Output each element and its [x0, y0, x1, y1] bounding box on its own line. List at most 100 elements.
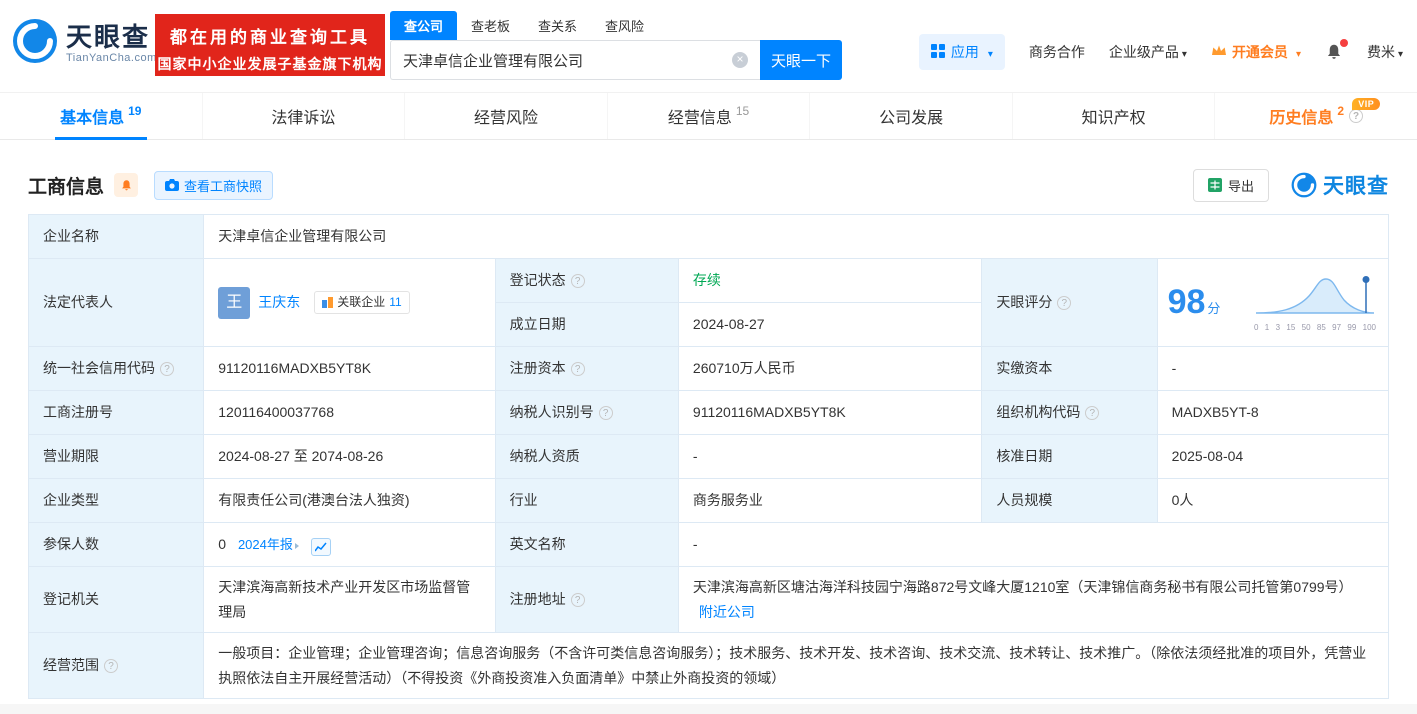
tab-operation-info[interactable]: 经营信息 15: [606, 93, 810, 139]
company-tabs: 基本信息 19 法律诉讼 经营风险 经营信息 15 公司发展 知识产权 历史信息…: [0, 92, 1417, 140]
field-value-english-name: -: [677, 522, 1390, 567]
help-icon[interactable]: [598, 406, 613, 421]
field-label-reg-address: 注册地址: [494, 566, 679, 633]
field-label-taxpayer-id: 纳税人识别号: [494, 390, 679, 435]
tab-count: 2: [1337, 104, 1345, 118]
help-icon[interactable]: [570, 362, 585, 377]
search-button[interactable]: 天眼一下: [760, 40, 842, 80]
field-label-taxpayer-qualification: 纳税人资质: [494, 434, 679, 479]
legal-rep-avatar[interactable]: 王: [218, 286, 251, 319]
tab-history-info[interactable]: 历史信息 2 VIP: [1214, 93, 1417, 139]
search-tab-relation[interactable]: 查关系: [524, 11, 591, 40]
tab-intellectual-property[interactable]: 知识产权: [1011, 93, 1215, 139]
nav-business-cooperation[interactable]: 商务合作: [1029, 42, 1085, 62]
field-label-business-term: 营业期限: [27, 434, 205, 479]
nearby-companies-link[interactable]: 附近公司: [699, 604, 755, 620]
field-value-est-date: 2024-08-27: [677, 302, 983, 347]
tab-legal-proceedings[interactable]: 法律诉讼: [201, 93, 405, 139]
tianyancha-logo[interactable]: 天眼查 TianYanCha.com: [12, 18, 157, 69]
promo-line1: 都在用的商业查询工具: [170, 28, 370, 47]
field-value-staff-size: 0人: [1156, 478, 1390, 523]
user-menu[interactable]: 费米: [1367, 42, 1403, 62]
field-label-company-name: 企业名称: [27, 214, 205, 259]
field-label-reg-authority: 登记机关: [27, 566, 205, 633]
help-icon[interactable]: [1349, 109, 1364, 123]
related-companies-count: 11: [389, 295, 402, 310]
help-icon[interactable]: [1057, 296, 1072, 311]
field-label-business-scope: 经营范围: [27, 632, 205, 699]
search-tab-company[interactable]: 查公司: [390, 11, 458, 40]
watermark-text: 天眼查: [1323, 175, 1389, 198]
field-value-taxpayer-id: 91120116MADXB5YT8K: [677, 390, 983, 435]
field-value-reg-address: 天津滨海高新区塘沽海洋科技园宁海路872号文峰大厦1210室（天津锦信商务秘书有…: [677, 566, 1390, 633]
help-icon[interactable]: [1085, 406, 1100, 421]
username: 费米: [1366, 44, 1395, 60]
section-title: 工商信息: [28, 176, 105, 198]
field-label-company-type: 企业类型: [27, 478, 205, 523]
tianyancha-watermark-icon: [1291, 172, 1317, 198]
search-tab-boss[interactable]: 查老板: [457, 11, 524, 40]
help-icon[interactable]: [104, 659, 118, 674]
view-snapshot-label: 查看工商快照: [184, 178, 263, 194]
chevron-down-icon: [1179, 44, 1187, 60]
tab-basic-info[interactable]: 基本信息 19: [0, 93, 202, 139]
top-nav: 应用 商务合作 企业级产品 开通会员 费米: [918, 34, 1403, 70]
chevron-down-icon: [985, 44, 993, 60]
brand-domain: TianYanCha.com: [66, 51, 157, 64]
top-header: 天眼查 TianYanCha.com 都在用的商业查询工具 国家中小企业发展子基…: [0, 0, 1417, 92]
excel-export-icon: [1207, 178, 1222, 192]
help-icon[interactable]: [570, 593, 585, 608]
brand-name: 天眼查: [66, 22, 151, 53]
notifications-bell[interactable]: [1325, 39, 1348, 61]
chevron-down-icon: [1293, 44, 1301, 60]
help-icon[interactable]: [570, 274, 585, 289]
field-label-staff-size: 人员规模: [981, 478, 1158, 523]
business-info-table: 企业名称 天津卓信企业管理有限公司 法定代表人 王 王庆东 关联企业 11 登记…: [27, 214, 1390, 699]
apps-menu[interactable]: 应用: [918, 34, 1005, 70]
field-label-insured-count: 参保人数: [27, 522, 205, 567]
tianyan-score[interactable]: 98 分: [1168, 273, 1221, 333]
field-value-credit-code: 91120116MADXB5YT8K: [203, 346, 496, 391]
score-axis: 0 1 3 15 50 85 97 99 100: [1254, 322, 1376, 332]
tab-label: 公司发展: [879, 110, 944, 127]
field-label-approval-date: 核准日期: [981, 434, 1158, 479]
nav-open-vip[interactable]: 开通会员: [1211, 42, 1301, 62]
field-value-company-name: 天津卓信企业管理有限公司: [203, 214, 1389, 259]
field-label-reg-number: 工商注册号: [27, 390, 205, 435]
page-bottom-strip: [0, 704, 1417, 714]
score-number: 98: [1167, 282, 1206, 321]
insured-trend-chart-icon[interactable]: [310, 538, 331, 557]
field-label-reg-capital: 注册资本: [494, 346, 679, 391]
field-value-reg-authority: 天津滨海高新技术产业开发区市场监督管理局: [203, 566, 496, 633]
field-label-legal-rep: 法定代表人: [27, 258, 205, 347]
view-snapshot-button[interactable]: 查看工商快照: [154, 170, 274, 200]
camera-icon: [165, 179, 180, 191]
subscribe-bell-icon[interactable]: [114, 173, 139, 197]
vip-badge: VIP: [1352, 98, 1381, 110]
report-caret-icon: [294, 543, 299, 550]
export-button[interactable]: 导出: [1192, 168, 1269, 202]
score-distribution-chart[interactable]: 0 1 3 15 50 85 97 99 100: [1254, 273, 1378, 332]
help-icon[interactable]: [160, 362, 174, 377]
score-unit: 分: [1207, 300, 1221, 316]
field-value-paid-capital: -: [1156, 346, 1390, 391]
search-input[interactable]: [390, 40, 760, 80]
clear-input-icon[interactable]: [732, 52, 748, 68]
tab-count: 15: [735, 104, 750, 118]
legal-rep-name-link[interactable]: 王庆东: [258, 290, 300, 315]
promo-banner: 都在用的商业查询工具 国家中小企业发展子基金旗下机构: [155, 14, 385, 76]
related-companies-badge[interactable]: 关联企业 11: [314, 291, 410, 314]
field-value-reg-number: 120116400037768: [203, 390, 496, 435]
nav-enterprise-products[interactable]: 企业级产品: [1109, 42, 1187, 62]
field-label-paid-capital: 实缴资本: [981, 346, 1158, 391]
annual-report-link[interactable]: 2024年报: [238, 537, 293, 552]
nav-open-vip-label: 开通会员: [1231, 44, 1288, 60]
field-value-reg-status: 存续: [677, 258, 983, 303]
tab-count: 19: [128, 104, 142, 118]
search-tab-risk[interactable]: 查风险: [591, 11, 658, 40]
tab-company-development[interactable]: 公司发展: [809, 93, 1012, 139]
field-label-industry: 行业: [494, 478, 679, 523]
field-label-tianyan-score: 天眼评分: [981, 258, 1158, 347]
field-value-tianyan-score: 98 分 0 1 3 15 50 85 97 99 100: [1156, 258, 1390, 347]
tab-operation-risk[interactable]: 经营风险: [404, 93, 607, 139]
